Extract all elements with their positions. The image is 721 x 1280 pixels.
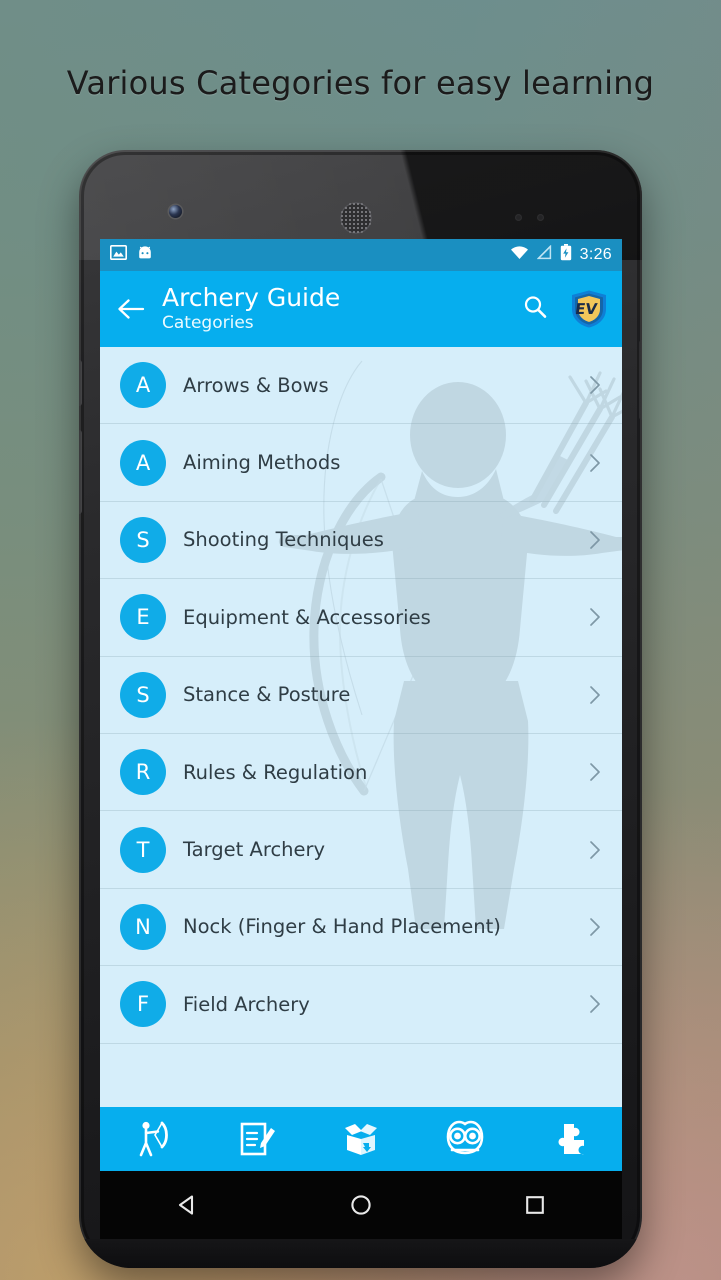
ev-logo-text: EV — [574, 300, 599, 318]
avatar: F — [120, 981, 166, 1028]
phone-screen: 3:26 Archery Guide Categories EV A Arrow… — [100, 239, 622, 1171]
chevron-right-icon — [590, 918, 600, 936]
list-item-label: Target Archery — [183, 838, 326, 862]
status-bar-left-icons — [110, 245, 153, 266]
list-item[interactable]: S Stance & Posture — [100, 657, 622, 734]
chevron-right-icon — [590, 685, 600, 704]
list-item[interactable]: A Arrows & Bows — [100, 347, 622, 425]
proximity-sensor-icon — [515, 214, 522, 221]
android-head-icon — [137, 245, 153, 266]
bottom-navigation-bar — [100, 1107, 622, 1171]
app-bar-actions: EV — [522, 289, 608, 329]
quiz-note-pencil-icon[interactable] — [233, 1117, 281, 1161]
volume-button[interactable] — [79, 430, 82, 514]
chevron-right-icon — [590, 840, 600, 859]
image-icon — [110, 245, 127, 265]
side-button-right[interactable] — [639, 340, 642, 420]
list-item[interactable]: F Field Archery — [100, 966, 622, 1044]
page-subtitle: Categories — [162, 312, 254, 333]
phone-device-frame: 3:26 Archery Guide Categories EV A Arrow… — [79, 150, 642, 1268]
earpiece-speaker-icon — [340, 202, 372, 234]
avatar: R — [120, 749, 166, 796]
puzzle-piece-icon[interactable] — [546, 1117, 594, 1161]
list-item-label: Equipment & Accessories — [183, 605, 431, 629]
wifi-icon — [510, 245, 529, 265]
ev-shield-logo[interactable]: EV — [570, 289, 608, 329]
list-item[interactable]: N Nock (Finger & Hand Placement) — [100, 889, 622, 967]
list-item-label: Shooting Techniques — [183, 528, 384, 552]
avatar: E — [120, 594, 166, 641]
promo-headline: Various Categories for easy learning — [66, 64, 655, 102]
battery-charging-icon — [560, 244, 572, 266]
chevron-right-icon — [590, 376, 600, 395]
list-item[interactable]: E Equipment & Accessories — [100, 579, 622, 657]
signal-off-icon — [536, 244, 552, 265]
category-list-container: A Arrows & Bows A Aiming Methods S Shoot… — [100, 347, 622, 1107]
android-navigation-bar — [100, 1171, 622, 1239]
archer-icon[interactable] — [128, 1117, 176, 1161]
avatar: A — [120, 362, 166, 409]
page-title: Archery Guide — [162, 283, 341, 313]
light-sensor-icon — [537, 214, 544, 221]
android-home-icon[interactable] — [334, 1186, 388, 1224]
power-button[interactable] — [79, 360, 82, 406]
status-bar: 3:26 — [100, 239, 622, 271]
chevron-right-icon — [590, 995, 600, 1014]
list-item[interactable]: T Target Archery — [100, 811, 622, 889]
chevron-right-icon — [590, 608, 600, 627]
list-item[interactable]: S Shooting Techniques — [100, 502, 622, 580]
status-bar-clock: 3:26 — [579, 246, 612, 263]
list-item-label: Aiming Methods — [183, 451, 341, 475]
android-recents-icon[interactable] — [508, 1186, 562, 1224]
chevron-right-icon — [590, 453, 600, 472]
list-item[interactable]: A Aiming Methods — [100, 424, 622, 502]
chevron-right-icon — [590, 763, 600, 781]
category-list: A Arrows & Bows A Aiming Methods S Shoot… — [100, 347, 622, 1044]
open-box-icon[interactable] — [337, 1117, 385, 1161]
avatar: S — [120, 516, 166, 563]
front-camera-icon — [169, 205, 182, 218]
list-item-label: Arrows & Bows — [183, 373, 329, 397]
list-item[interactable]: R Rules & Regulation — [100, 734, 622, 812]
phone-bottom-chin — [79, 1239, 642, 1268]
list-item-label: Nock (Finger & Hand Placement) — [183, 915, 501, 939]
app-bar: Archery Guide Categories EV — [100, 271, 622, 347]
back-arrow-icon[interactable] — [114, 292, 148, 326]
chevron-right-icon — [590, 531, 600, 549]
app-bar-titles: Archery Guide Categories — [162, 285, 340, 332]
search-icon[interactable] — [522, 294, 548, 325]
list-item-label: Rules & Regulation — [183, 760, 368, 784]
avatar: N — [120, 903, 166, 950]
android-back-icon[interactable] — [160, 1186, 214, 1224]
status-bar-right-icons: 3:26 — [510, 244, 612, 266]
list-item-label: Field Archery — [183, 992, 310, 1016]
avatar: A — [120, 439, 166, 486]
owl-icon[interactable] — [441, 1117, 489, 1161]
avatar: T — [120, 826, 166, 873]
avatar: S — [120, 671, 166, 718]
list-item-label: Stance & Posture — [183, 683, 351, 707]
